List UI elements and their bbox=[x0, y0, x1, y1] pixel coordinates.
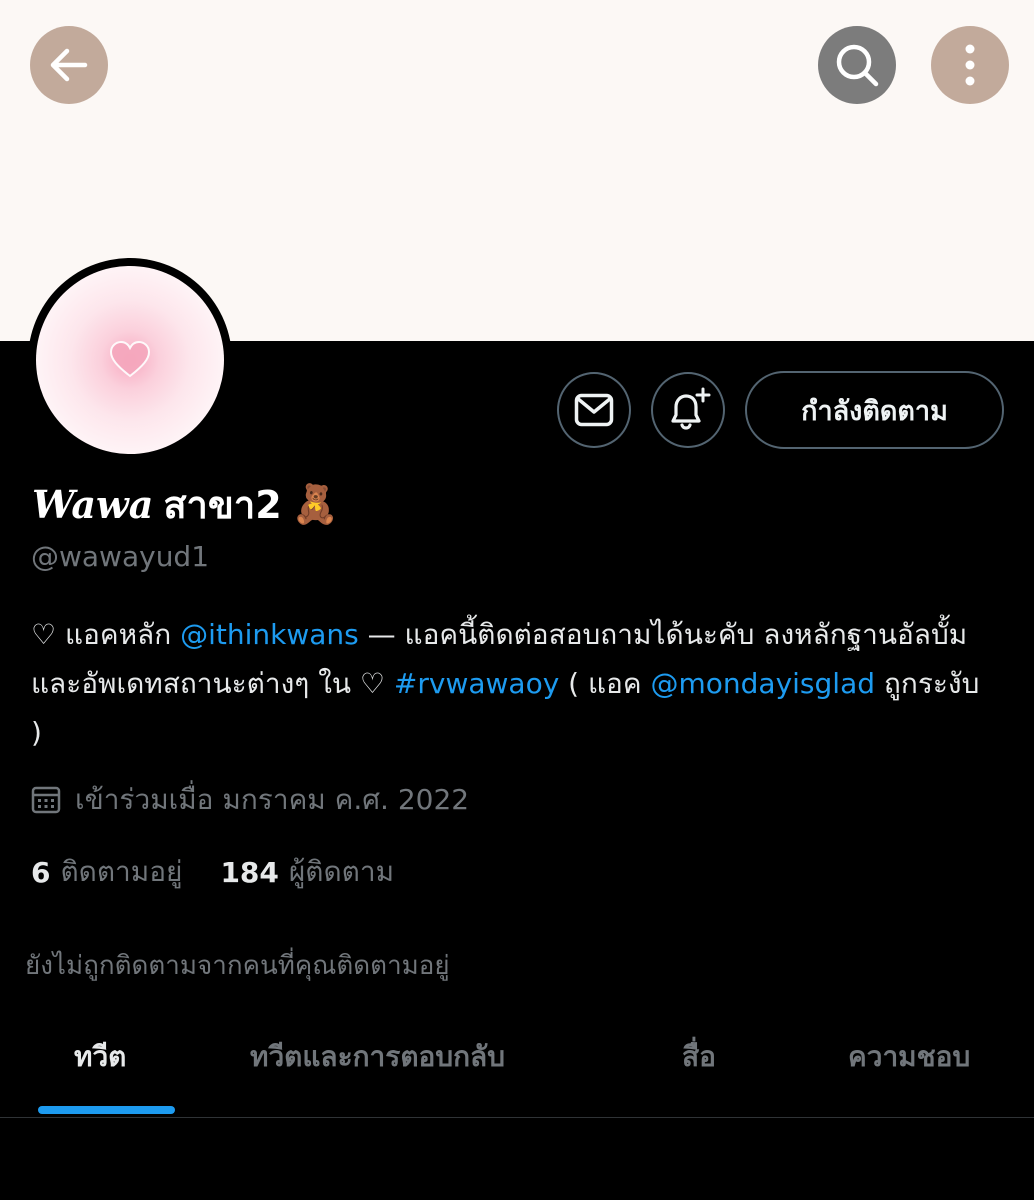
join-date-text: เข้าร่วมเมื่อ มกราคม ค.ศ. 2022 bbox=[75, 783, 470, 816]
user-handle: @wawayud1 bbox=[31, 540, 210, 573]
following-count: 6 bbox=[31, 855, 51, 889]
tab-likes[interactable]: ความชอบ bbox=[848, 1020, 970, 1094]
calendar-icon bbox=[31, 786, 61, 814]
more-options-button[interactable] bbox=[931, 26, 1009, 104]
active-tab-indicator bbox=[38, 1106, 175, 1114]
tab-tweets[interactable]: ทวีต bbox=[74, 1020, 126, 1094]
following-label: ติดตามอยู่ bbox=[60, 855, 183, 888]
bell-plus-icon bbox=[671, 387, 711, 430]
tab-tweets-and-replies[interactable]: ทวีตและการตอบกลับ bbox=[250, 1020, 505, 1094]
profile-bio: ♡ แอคหลัก @ithinkwans — แอคนี้ติดต่อสอบถ… bbox=[31, 610, 991, 757]
bio-text: ♡ แอคหลัก bbox=[31, 618, 181, 651]
display-name-thai: สาขา2 bbox=[163, 482, 282, 527]
join-date: เข้าร่วมเมื่อ มกราคม ค.ศ. 2022 bbox=[31, 780, 469, 820]
bio-hashtag-link[interactable]: #rvwawaoy bbox=[394, 667, 559, 700]
avatar[interactable] bbox=[28, 258, 232, 462]
display-name: Wawa สาขา2 🧸 bbox=[32, 476, 339, 532]
tab-media[interactable]: สื่อ bbox=[682, 1020, 716, 1094]
more-vertical-icon bbox=[965, 44, 975, 86]
bio-mention-link[interactable]: @mondayisglad bbox=[651, 667, 876, 700]
following-button[interactable]: กำลังติดตาม bbox=[745, 371, 1004, 449]
avatar-image bbox=[36, 266, 224, 454]
profile-page: กำลังติดตาม Wawa สาขา2 🧸 @wawayud1 ♡ แอค… bbox=[0, 0, 1034, 1200]
bio-text: ( แอค bbox=[559, 667, 651, 700]
notifications-button[interactable] bbox=[651, 372, 725, 448]
heart-icon bbox=[109, 341, 151, 378]
arrow-left-icon bbox=[50, 48, 88, 82]
back-button[interactable] bbox=[30, 26, 108, 104]
mail-icon bbox=[574, 393, 614, 427]
following-stat[interactable]: 6 ติดตามอยู่ bbox=[31, 850, 182, 894]
teddy-bear-emoji: 🧸 bbox=[291, 481, 339, 526]
message-button[interactable] bbox=[557, 372, 631, 448]
followers-label: ผู้ติดตาม bbox=[288, 855, 395, 888]
not-followed-notice: ยังไม่ถูกติดตามจากคนที่คุณติดตามอยู่ bbox=[25, 951, 450, 981]
followers-stat[interactable]: 184 ผู้ติดตาม bbox=[220, 850, 394, 894]
search-icon bbox=[836, 44, 879, 87]
followers-count: 184 bbox=[220, 855, 279, 889]
search-button[interactable] bbox=[818, 26, 896, 104]
follow-stats: 6 ติดตามอยู่ 184 ผู้ติดตาม bbox=[31, 850, 432, 894]
display-name-script: Wawa bbox=[32, 481, 154, 527]
bio-mention-link[interactable]: @ithinkwans bbox=[180, 618, 359, 651]
profile-tabs: ทวีต ทวีตและการตอบกลับ สื่อ ความชอบ bbox=[0, 1020, 1034, 1118]
